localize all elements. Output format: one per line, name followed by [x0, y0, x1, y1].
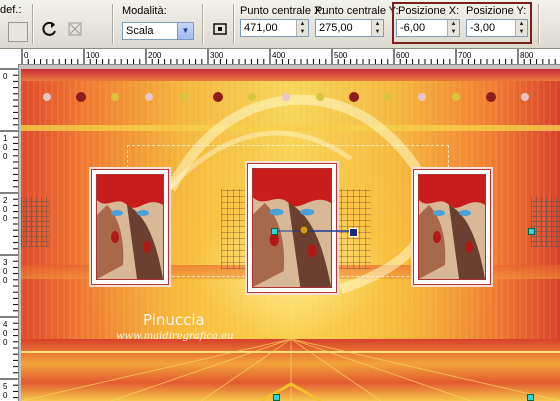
pos-x-spinner[interactable]: ▲ ▼ — [447, 20, 459, 36]
spin-up-icon[interactable]: ▲ — [372, 20, 383, 28]
ruler-tick-label: 0 — [3, 338, 8, 347]
horizontal-ruler-ticks: 0 100 200 300 400 500 600 700 800 — [21, 49, 556, 64]
pivot-point-icon[interactable] — [296, 222, 312, 238]
transform-handle-bottom[interactable] — [273, 394, 280, 401]
apply-icon[interactable] — [66, 20, 84, 38]
center-x-value: 471,00 — [244, 22, 278, 34]
canvas-area[interactable]: Pinuccia www.maidiregrafica.eu — [19, 65, 560, 401]
chevron-down-icon[interactable]: ▼ — [177, 23, 193, 39]
ruler-tick-label: 4 — [3, 320, 8, 329]
ruler-tick-label: 300 — [210, 51, 224, 60]
ruler-tick-label: 2 — [3, 196, 8, 205]
pos-x-value: -6,00 — [400, 22, 426, 34]
ruler-tick-label: 100 — [86, 51, 100, 60]
spin-down-icon[interactable]: ▼ — [516, 28, 527, 36]
ruler-tick-label: 700 — [458, 51, 472, 60]
mode-label: Modalità: — [122, 5, 167, 17]
spin-down-icon[interactable]: ▼ — [448, 28, 459, 36]
spin-up-icon[interactable]: ▲ — [297, 20, 308, 28]
center-x-spinner[interactable]: ▲ ▼ — [296, 20, 308, 36]
horizontal-ruler: 0 100 200 300 400 500 600 700 800 — [18, 49, 560, 65]
ruler-tick-label: 0 — [3, 329, 8, 338]
toolbar-separator — [538, 4, 540, 44]
center-y-label: Punto centrale Y: — [315, 5, 399, 17]
toolbar-separator — [202, 4, 204, 44]
ruler-tick-label: 600 — [396, 51, 410, 60]
spin-up-icon[interactable]: ▲ — [448, 20, 459, 28]
ruler-tick-label: 0 — [3, 391, 8, 400]
preset-label: def.: — [0, 4, 22, 16]
ruler-tick-label: 0 — [3, 276, 8, 285]
ruler-tick-label: 0 — [3, 214, 8, 223]
vertical-ruler: 0100200300400500 — [0, 64, 19, 401]
toolbar-separator — [32, 4, 34, 44]
spin-down-icon[interactable]: ▼ — [297, 28, 308, 36]
ruler-tick-label: 0 — [3, 205, 8, 214]
ruler-tick-label: 400 — [272, 51, 286, 60]
ruler-tick-label: 0 — [3, 72, 8, 81]
center-y-input[interactable]: 275,00 ▲ ▼ — [315, 19, 384, 37]
pos-x-label: Posizione X: — [398, 5, 460, 17]
mode-select-value: Scala — [126, 25, 154, 37]
center-x-input[interactable]: 471,00 ▲ ▼ — [240, 19, 309, 37]
toolbar-separator — [112, 4, 114, 44]
transform-handle-left[interactable] — [271, 228, 278, 235]
watermark-site: www.maidiregrafica.eu — [116, 331, 234, 342]
ruler-tick-label: 3 — [3, 258, 8, 267]
center-y-spinner[interactable]: ▲ ▼ — [371, 20, 383, 36]
pos-y-spinner[interactable]: ▲ ▼ — [515, 20, 527, 36]
pick-tool-overlay — [274, 230, 352, 232]
ruler-tick-label: 0 — [24, 51, 29, 60]
pos-y-input[interactable]: -3,00 ▲ ▼ — [466, 19, 528, 37]
pos-y-value: -3,00 — [470, 22, 496, 34]
reset-icon[interactable] — [41, 20, 59, 38]
ruler-tick-label: 200 — [148, 51, 162, 60]
spin-down-icon[interactable]: ▼ — [372, 28, 383, 36]
pos-x-input[interactable]: -6,00 ▲ ▼ — [396, 19, 460, 37]
preset-dropdown[interactable] — [8, 22, 28, 42]
ruler-tick-label: 500 — [334, 51, 348, 60]
mode-select[interactable]: Scala ▼ — [122, 22, 194, 40]
transform-handle-right[interactable] — [528, 228, 535, 235]
transform-handle-bottom-right[interactable] — [527, 394, 534, 401]
rotation-handle[interactable] — [349, 228, 358, 237]
ruler-tick-label: 800 — [520, 51, 534, 60]
center-y-value: 275,00 — [319, 22, 353, 34]
ruler-corner — [0, 49, 19, 65]
ruler-tick-label: 1 — [3, 134, 8, 143]
vertical-ruler-ticks: 0100200300400500 — [0, 68, 18, 401]
ruler-tick-label: 5 — [3, 382, 8, 391]
ruler-tick-label: 0 — [3, 267, 8, 276]
tool-options-toolbar: def.: Modalità: Scala ▼ Punto centrale X… — [0, 0, 560, 49]
center-point-icon[interactable] — [211, 20, 229, 38]
ruler-tick-label: 0 — [3, 143, 8, 152]
spin-up-icon[interactable]: ▲ — [516, 20, 527, 28]
watermark-name: Pinuccia — [143, 311, 205, 329]
toolbar-separator — [233, 4, 235, 44]
image-canvas[interactable]: Pinuccia www.maidiregrafica.eu — [21, 69, 560, 401]
ruler-tick-label: 0 — [3, 152, 8, 161]
center-x-label: Punto centrale X: — [240, 5, 325, 17]
pos-y-label: Posizione Y: — [466, 5, 527, 17]
